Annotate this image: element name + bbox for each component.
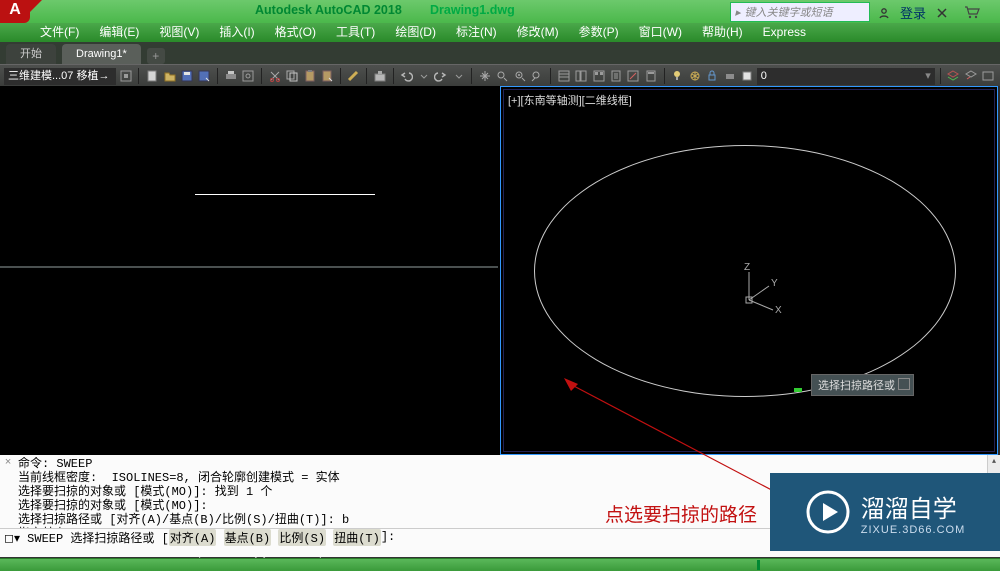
- watermark: 溜溜自学 ZIXUE.3D66.COM: [770, 473, 1000, 551]
- current-layer: 0: [761, 68, 767, 85]
- sheet-set-icon[interactable]: [608, 68, 623, 84]
- design-center-icon[interactable]: [573, 68, 588, 84]
- menu-dim[interactable]: 标注(N): [456, 23, 497, 42]
- command-tooltip: 选择扫掠路径或: [811, 374, 914, 396]
- undo-dropdown-icon[interactable]: [416, 68, 431, 84]
- layer-lock-icon[interactable]: [704, 68, 719, 84]
- scroll-up-icon[interactable]: ▴: [988, 455, 1000, 467]
- title-right-icons: 登录: [878, 3, 980, 22]
- calc-icon[interactable]: [643, 68, 658, 84]
- menu-express[interactable]: Express: [763, 23, 806, 42]
- cmd-opt-align[interactable]: 对齐(A): [169, 529, 217, 546]
- watermark-title: 溜溜自学: [861, 489, 965, 524]
- path-endpoint-marker: [794, 388, 802, 392]
- zoom-realtime-icon[interactable]: [495, 68, 510, 84]
- properties-icon[interactable]: [556, 68, 571, 84]
- exchange-icon[interactable]: [936, 7, 948, 19]
- tool-palettes-icon[interactable]: [591, 68, 606, 84]
- menu-edit[interactable]: 编辑(E): [99, 23, 139, 42]
- text-cursor: [396, 532, 403, 543]
- menu-file[interactable]: 文件(F): [40, 23, 79, 42]
- menu-tools[interactable]: 工具(T): [336, 23, 375, 42]
- toolbar: 三维建模...07 移植→: [0, 64, 1000, 88]
- saveas-icon[interactable]: [197, 68, 212, 84]
- pan-icon[interactable]: [477, 68, 492, 84]
- document-tabs: 开始 Drawing1* +: [0, 42, 1000, 64]
- cmd-opt-base[interactable]: 基点(B): [224, 529, 272, 546]
- login-link[interactable]: 登录: [900, 3, 926, 22]
- menu-window[interactable]: 窗口(W): [639, 23, 682, 42]
- ucs-icon: X Y Z: [729, 260, 789, 320]
- cmd-close-icon[interactable]: ×: [3, 458, 13, 468]
- cmd-prefix: ◻▾ SWEEP 选择扫掠路径或 [: [4, 529, 169, 546]
- menu-draw[interactable]: 绘图(D): [395, 23, 436, 42]
- title-bar: A Autodesk AutoCAD 2018 Drawing1.dwg ▸ 键…: [0, 0, 1000, 23]
- drawing-line: [195, 194, 375, 195]
- layer-selector[interactable]: 0 ▾: [757, 68, 935, 85]
- app-root: A Autodesk AutoCAD 2018 Drawing1.dwg ▸ 键…: [0, 0, 1000, 571]
- menu-modify[interactable]: 修改(M): [517, 23, 559, 42]
- tab-start[interactable]: 开始: [6, 44, 56, 64]
- new-tab-button[interactable]: +: [147, 48, 165, 64]
- current-file: Drawing1.dwg: [430, 3, 515, 17]
- new-icon[interactable]: [144, 68, 159, 84]
- paste-special-icon[interactable]: [319, 68, 334, 84]
- cmd-opt-twist[interactable]: 扭曲(T): [333, 529, 381, 546]
- cart-icon[interactable]: [964, 6, 980, 19]
- logo-dropdown-icon[interactable]: [30, 0, 42, 23]
- viewport-right-active[interactable]: [+][东南等轴测][二维线框] X Y Z 选择扫掠路径或: [500, 86, 998, 455]
- signin-icon[interactable]: [878, 7, 890, 19]
- annotation-text: 点选要扫掠的路径: [605, 500, 757, 527]
- cmd-suffix: ]:: [381, 530, 395, 544]
- layer-color-icon[interactable]: [739, 68, 754, 84]
- status-separator: [757, 560, 760, 570]
- search-placeholder: 键入关键字或短语: [745, 4, 833, 20]
- status-bar: [0, 558, 1000, 571]
- zoom-previous-icon[interactable]: [530, 68, 545, 84]
- viewport-area: [+][东南等轴测][二维线框] X Y Z 选择扫掠路径或: [0, 86, 1000, 455]
- ws-settings-icon[interactable]: [118, 68, 133, 84]
- cmd-opt-scale[interactable]: 比例(S): [278, 529, 326, 546]
- svg-text:Y: Y: [771, 278, 778, 289]
- open-icon[interactable]: [162, 68, 177, 84]
- svg-text:Z: Z: [744, 262, 750, 273]
- viewport-inner: [+][东南等轴测][二维线框] X Y Z 选择扫掠路径或: [503, 89, 995, 452]
- app-logo[interactable]: A: [0, 0, 30, 23]
- menu-bar: 文件(F) 编辑(E) 视图(V) 插入(I) 格式(O) 工具(T) 绘图(D…: [0, 23, 1000, 42]
- workspace-selector[interactable]: 三维建模...07 移植→: [4, 68, 116, 85]
- menu-insert[interactable]: 插入(I): [219, 23, 254, 42]
- menu-format[interactable]: 格式(O): [275, 23, 316, 42]
- svg-text:X: X: [775, 305, 782, 316]
- menu-param[interactable]: 参数(P): [579, 23, 619, 42]
- layer-prev-icon[interactable]: [963, 68, 978, 84]
- search-input[interactable]: ▸ 键入关键字或短语: [730, 2, 870, 22]
- viewport-top-left[interactable]: [0, 86, 498, 268]
- paste-icon[interactable]: [302, 68, 317, 84]
- zoom-window-icon[interactable]: [512, 68, 527, 84]
- layer-freeze-icon[interactable]: [687, 68, 702, 84]
- play-icon: [805, 489, 851, 535]
- tab-drawing1[interactable]: Drawing1*: [62, 44, 141, 64]
- redo-icon[interactable]: [433, 68, 448, 84]
- block-icon[interactable]: [372, 68, 387, 84]
- menu-help[interactable]: 帮助(H): [702, 23, 743, 42]
- print-icon[interactable]: [223, 68, 238, 84]
- plot-preview-icon[interactable]: [241, 68, 256, 84]
- watermark-url: ZIXUE.3D66.COM: [861, 524, 965, 536]
- viewport-label[interactable]: [+][东南等轴测][二维线框]: [508, 92, 632, 108]
- undo-icon[interactable]: [399, 68, 414, 84]
- markup-icon[interactable]: [626, 68, 641, 84]
- cut-icon[interactable]: [267, 68, 282, 84]
- redo-dropdown-icon[interactable]: [451, 68, 466, 84]
- app-title: Autodesk AutoCAD 2018: [255, 3, 402, 17]
- copy-icon[interactable]: [284, 68, 299, 84]
- match-properties-icon[interactable]: [346, 68, 361, 84]
- menu-view[interactable]: 视图(V): [159, 23, 199, 42]
- viewport-bottom-left[interactable]: [0, 268, 498, 455]
- layer-manager-icon[interactable]: [946, 68, 961, 84]
- save-icon[interactable]: [179, 68, 194, 84]
- layer-state-icon[interactable]: [981, 68, 996, 84]
- layer-plot-icon[interactable]: [722, 68, 737, 84]
- layer-on-icon[interactable]: [670, 68, 685, 84]
